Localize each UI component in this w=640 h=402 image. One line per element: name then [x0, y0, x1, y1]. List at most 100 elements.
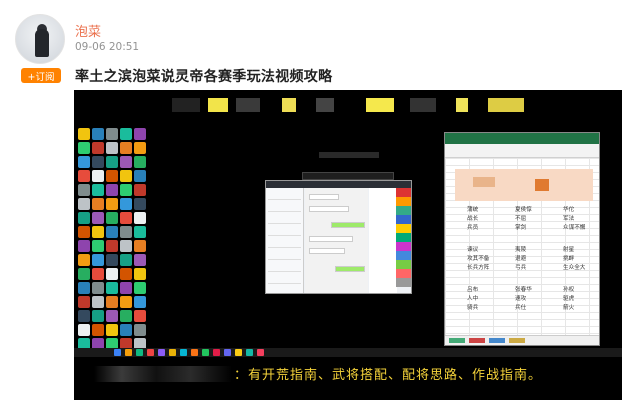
desktop-app-icon: [106, 226, 118, 238]
desktop-app-icon: [92, 310, 104, 322]
desktop-app-icon: [92, 296, 104, 308]
excel-cell: 骑兵: [467, 305, 479, 311]
desktop-app-icon: [92, 184, 104, 196]
excel-toolbar: [445, 144, 599, 158]
desktop-app-icon: [78, 254, 90, 266]
desktop-app-icon: [78, 170, 90, 182]
desktop-app-icon: [92, 198, 104, 210]
desktop-app-icon: [120, 156, 132, 168]
excel-cell: 不屈: [515, 216, 527, 222]
desktop-app-icon: [134, 268, 146, 280]
desktop-app-icon: [106, 296, 118, 308]
desktop-app-icon: [134, 128, 146, 140]
desktop-app-icon: [106, 198, 118, 210]
desktop-app-icon: [78, 282, 90, 294]
desktop-app-icon: [120, 142, 132, 154]
excel-cell: 长兵方阵: [467, 265, 490, 271]
desktop-app-icon: [78, 212, 90, 224]
excel-sheet-tabs: [445, 335, 599, 345]
desktop-app-icon: [92, 282, 104, 294]
excel-cell: 华佗: [563, 207, 575, 213]
desktop-app-icon: [92, 142, 104, 154]
desktop-app-icon: [106, 254, 118, 266]
desktop-app-icon: [106, 212, 118, 224]
excel-cell: 孙权: [563, 287, 575, 293]
video-top-artifacts: [170, 94, 530, 116]
desktop-app-icon: [134, 254, 146, 266]
excel-cell: 人中: [467, 296, 479, 302]
excel-cell: 谏议: [467, 247, 479, 253]
excel-cell: 夏侯惇: [515, 207, 532, 213]
desktop-app-icon: [120, 254, 132, 266]
taskbar-app-icon: [125, 349, 132, 356]
desktop-app-icon: [92, 254, 104, 266]
post-timestamp[interactable]: 09-06 20:51: [75, 41, 139, 53]
desktop-app-icon: [106, 170, 118, 182]
desktop-app-icon: [106, 282, 118, 294]
desktop-app-icon: [78, 198, 90, 210]
taskbar-app-icon: [202, 349, 209, 356]
desktop-app-icon: [78, 226, 90, 238]
excel-cell: 兵仕: [515, 305, 527, 311]
desktop-app-icon: [134, 310, 146, 322]
desktop-app-icon: [134, 324, 146, 336]
excel-cell: 挑衅: [563, 256, 575, 262]
excel-cell: 掌剑: [515, 225, 527, 231]
desktop-app-icon: [92, 212, 104, 224]
desktop-app-icon: [106, 324, 118, 336]
desktop-app-icon: [134, 184, 146, 196]
taskbar-app-icon: [136, 349, 143, 356]
desktop-app-icon: [92, 268, 104, 280]
desktop-app-icon: [106, 268, 118, 280]
desktop-app-icon: [134, 198, 146, 210]
desktop-app-icon: [120, 324, 132, 336]
desktop-app-icon: [134, 240, 146, 252]
excel-window: 蒲统 夏侯惇 华佗 战长 不屈 军法 兵员 掌剑 众谋不懈 谏议 夷陵 射星 攻其不备 退避 挑衅 长兵方阵 弓…: [444, 132, 600, 346]
excel-cell: 战长: [467, 216, 479, 222]
desktop-app-icon: [120, 310, 132, 322]
desktop-app-icon: [106, 142, 118, 154]
desktop-app-icon: [78, 268, 90, 280]
desktop-app-icon: [134, 226, 146, 238]
excel-cell: 弓兵: [515, 265, 527, 271]
desktop-app-icon: [134, 282, 146, 294]
post-title: 率土之滨泡菜说灵帝各赛季玩法视频攻略: [75, 69, 333, 85]
video-player[interactable]: 蒲统 夏侯惇 华佗 战长 不屈 军法 兵员 掌剑 众谋不懈 谏议 夷陵 射星 攻其不备 退避 挑衅 长兵方阵 弓…: [74, 90, 622, 400]
desktop-app-icon: [120, 268, 132, 280]
excel-cell: 兵员: [467, 225, 479, 231]
desktop-app-icon: [120, 198, 132, 210]
taskbar-app-icon: [147, 349, 154, 356]
subtitle-blurred-prefix: [94, 366, 232, 382]
desktop-app-icon: [120, 128, 132, 140]
taskbar-app-icon: [235, 349, 242, 356]
desktop-app-icon: [120, 296, 132, 308]
excel-cell: 攻其不备: [467, 256, 490, 262]
taskbar-app-icon: [114, 349, 121, 356]
desktop-app-icon: [78, 142, 90, 154]
excel-cell: 众谋不懈: [563, 225, 586, 231]
subscribe-button[interactable]: +订阅: [21, 68, 61, 83]
taskbar-app-icon: [158, 349, 165, 356]
desktop-app-icon: [78, 128, 90, 140]
floating-toolbar: [319, 152, 379, 158]
excel-cell: 速攻: [515, 296, 527, 302]
desktop-app-icon: [134, 212, 146, 224]
desktop-app-icon: [92, 128, 104, 140]
excel-cell: 蒲统: [467, 207, 479, 213]
desktop-app-icon: [120, 170, 132, 182]
desktop-app-icon: [78, 296, 90, 308]
taskbar-app-icon: [180, 349, 187, 356]
excel-header-accent: [535, 179, 549, 191]
taskbar-app-icon: [257, 349, 264, 356]
desktop-app-icon: [92, 170, 104, 182]
chat-window: [265, 180, 412, 294]
desktop-app-icon: [78, 184, 90, 196]
desktop-app-icon: [120, 240, 132, 252]
chat-side-list: [369, 188, 397, 293]
excel-ribbon: [445, 133, 599, 144]
desktop-app-icon: [106, 184, 118, 196]
user-avatar[interactable]: [15, 14, 65, 64]
author-name[interactable]: 泡菜: [75, 21, 101, 40]
desktop-app-icon: [78, 240, 90, 252]
desktop-app-icon: [106, 128, 118, 140]
